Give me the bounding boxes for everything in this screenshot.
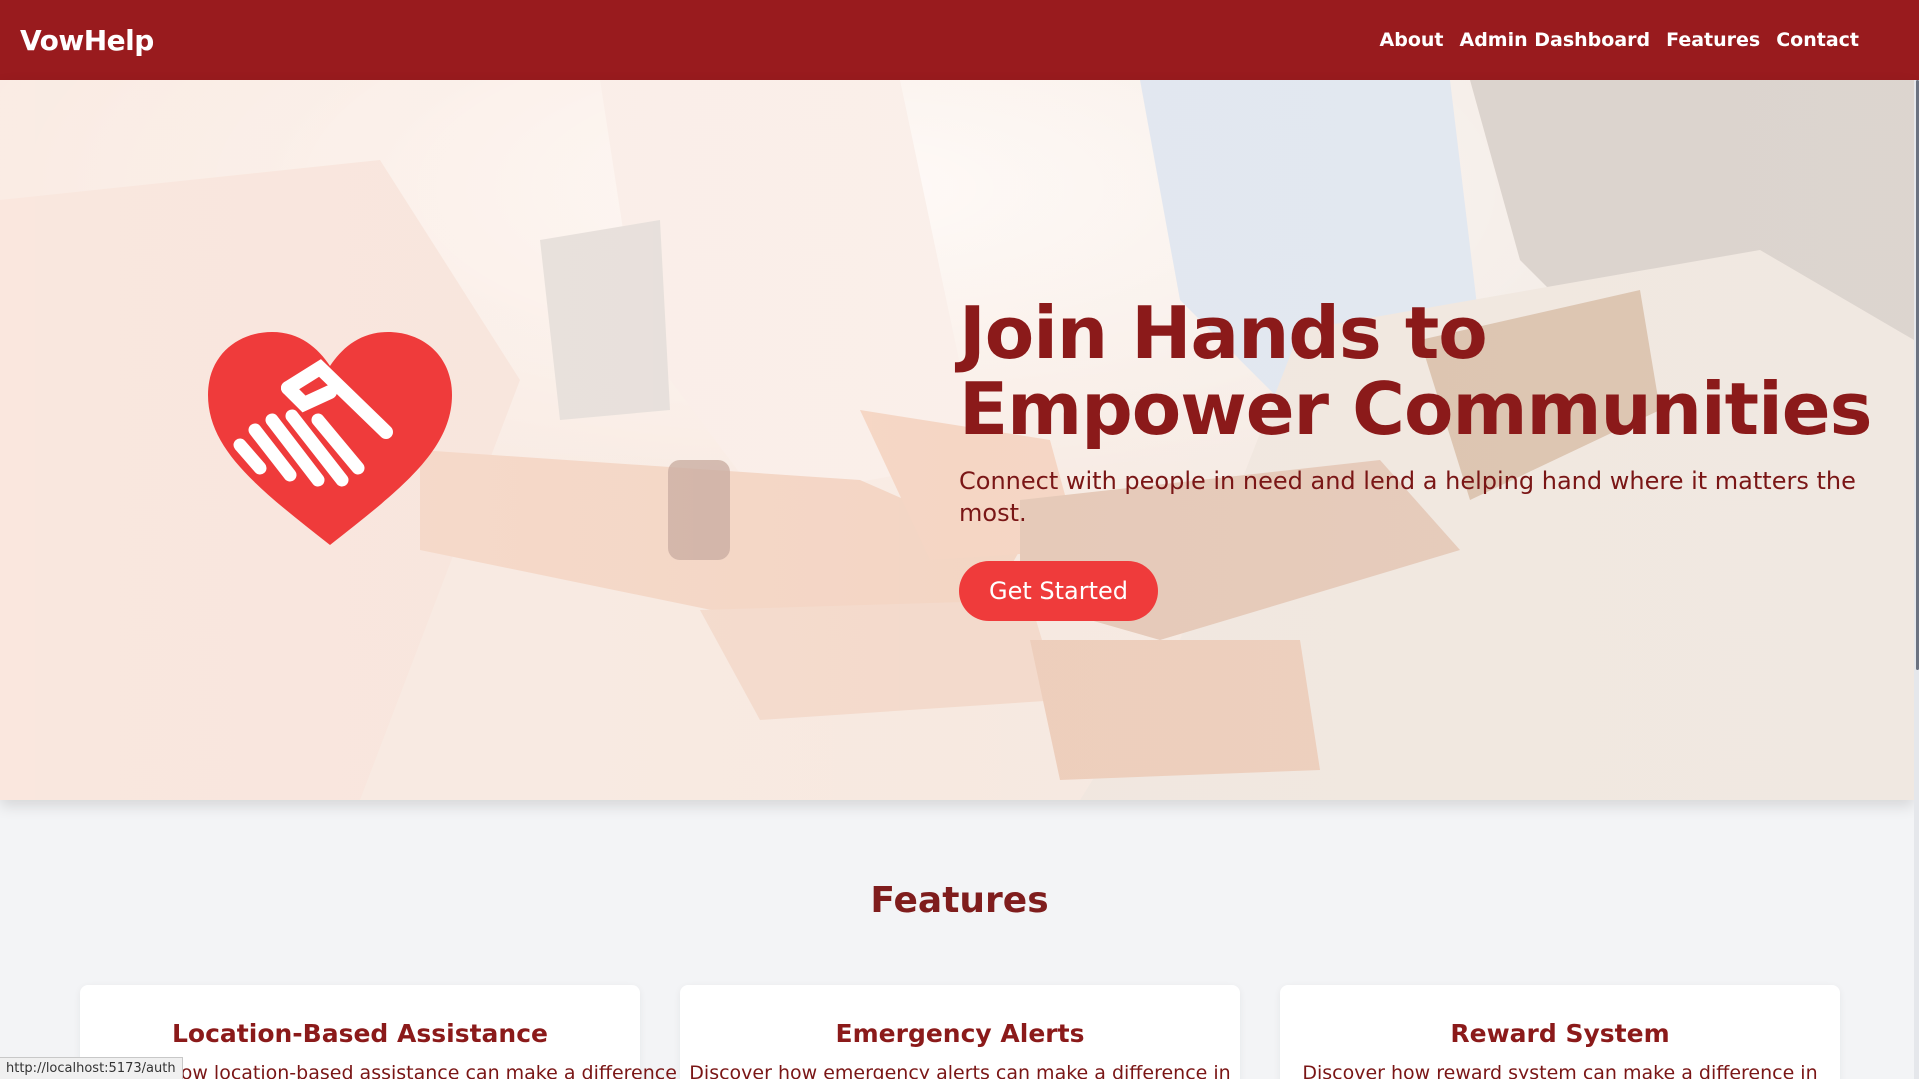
top-navbar: VowHelp About Admin Dashboard Features C…: [0, 0, 1919, 80]
feature-card-reward[interactable]: Reward System Discover how reward system…: [1280, 985, 1840, 1079]
feature-card-description: Discover how reward system can make a di…: [1302, 1062, 1818, 1079]
nav-link-admin-dashboard[interactable]: Admin Dashboard: [1459, 29, 1650, 51]
feature-card-title: Location-Based Assistance: [172, 1019, 548, 1048]
feature-card-title: Reward System: [1450, 1019, 1670, 1048]
link-preview-status: http://localhost:5173/auth: [0, 1057, 183, 1079]
feature-card-emergency[interactable]: Emergency Alerts Discover how emergency …: [680, 985, 1240, 1079]
nav-link-features[interactable]: Features: [1666, 29, 1760, 51]
feature-card-title: Emergency Alerts: [835, 1019, 1085, 1048]
nav-link-about[interactable]: About: [1380, 29, 1444, 51]
feature-card-description: Discover how emergency alerts can make a…: [689, 1062, 1231, 1079]
features-heading: Features: [870, 880, 1049, 921]
heart-handshake-icon: [208, 332, 452, 545]
hero-section: Join Hands to Empower Communities Connec…: [0, 80, 1914, 800]
brand-logo[interactable]: VowHelp: [20, 24, 154, 57]
hero-title: Join Hands to Empower Communities: [959, 291, 1872, 451]
nav-links: About Admin Dashboard Features Contact: [1380, 29, 1859, 51]
hero-content: Join Hands to Empower Communities Connec…: [959, 295, 1879, 621]
get-started-button[interactable]: Get Started: [959, 561, 1159, 621]
nav-link-contact[interactable]: Contact: [1776, 29, 1859, 51]
hero-subtitle: Connect with people in need and lend a h…: [959, 467, 1856, 527]
